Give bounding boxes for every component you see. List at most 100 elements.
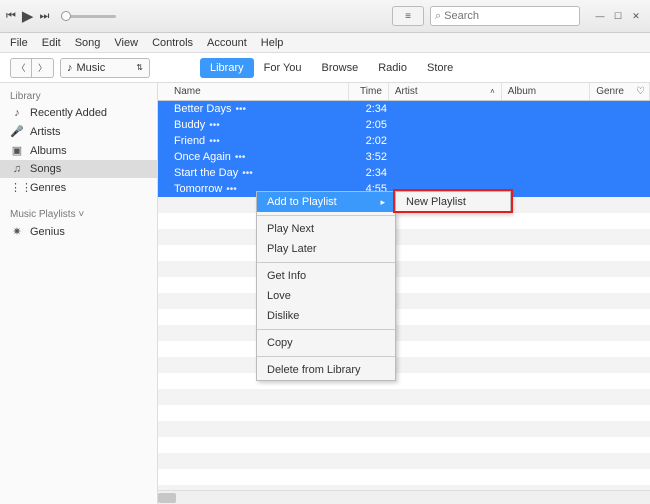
ctx-play-next[interactable]: Play Next [257,219,395,239]
more-dots-icon[interactable]: ••• [235,152,246,163]
tab-radio[interactable]: Radio [368,58,417,78]
col-time[interactable]: Time [349,83,388,100]
search-input[interactable] [444,10,575,22]
tab-for-you[interactable]: For You [254,58,312,78]
track-name: Friend••• [158,135,353,147]
track-time: 2:02 [353,135,393,147]
track-list: Name Time Artist˄ Album Genre ♡ Better D… [158,83,650,504]
back-button[interactable]: 〈 [10,58,32,78]
more-dots-icon[interactable]: ••• [226,184,237,195]
menu-file[interactable]: File [4,35,34,51]
volume-slider[interactable] [61,15,116,18]
ctx-delete[interactable]: Delete from Library [257,360,395,380]
sort-asc-icon: ˄ [490,87,495,96]
menu-help[interactable]: Help [255,35,290,51]
playback-controls: ⏮ ▶ ⏭ [6,7,49,25]
songs-icon: ♫ [10,163,24,175]
table-row-empty [158,453,650,469]
table-row[interactable]: Better Days•••2:34 [158,101,650,117]
minimize-button[interactable]: — [592,9,608,23]
track-time: 2:34 [353,103,393,115]
close-button[interactable]: ✕ [628,9,644,23]
track-time: 2:05 [353,119,393,131]
menu-song[interactable]: Song [69,35,107,51]
ctx-play-later[interactable]: Play Later [257,239,395,259]
table-row[interactable]: Start the Day•••2:34 [158,165,650,181]
album-icon: ▣ [10,144,24,157]
sidebar-library-header: Library [0,87,157,104]
ctx-add-to-playlist[interactable]: Add to Playlist▸ [257,192,395,212]
sidebar-item-recently-added[interactable]: ♪Recently Added [0,104,157,122]
sidebar-playlists-header[interactable]: Music Playlists ˅ [0,205,157,222]
col-artist[interactable]: Artist˄ [389,83,502,100]
sidebar-item-genres[interactable]: ⋮⋮Genres [0,178,157,197]
source-selector[interactable]: ♪ Music ⇅ [60,58,150,78]
tab-browse[interactable]: Browse [312,58,369,78]
more-dots-icon[interactable]: ••• [242,168,253,179]
sidebar-item-label: Artists [30,126,61,138]
col-album[interactable]: Album [502,83,590,100]
more-dots-icon[interactable]: ••• [209,136,220,147]
heart-icon: ♡ [636,86,645,97]
menu-view[interactable]: View [108,35,144,51]
list-view-button[interactable]: ≡ [392,6,424,26]
col-name[interactable]: Name [158,83,349,100]
ctx-love[interactable]: Love [257,286,395,306]
table-row-empty [158,469,650,485]
scrollbar-thumb[interactable] [158,493,176,503]
menu-edit[interactable]: Edit [36,35,67,51]
next-icon[interactable]: ⏭ [39,10,49,23]
sidebar-item-songs[interactable]: ♫ Songs [0,160,157,178]
table-row-empty [158,421,650,437]
ctx-get-info[interactable]: Get Info [257,266,395,286]
table-row-empty [158,213,650,229]
chevron-updown-icon: ⇅ [136,63,143,72]
context-menu: Add to Playlist▸ Play Next Play Later Ge… [256,191,396,381]
submenu-arrow-icon: ▸ [380,197,385,208]
col-loved[interactable]: ♡ [630,83,650,100]
search-field[interactable]: ⌕ [430,6,580,26]
menu-controls[interactable]: Controls [146,35,199,51]
ctx-copy[interactable]: Copy [257,333,395,353]
sidebar-item-genius[interactable]: ✷Genius [0,222,157,241]
table-row-empty [158,357,650,373]
maximize-button[interactable]: ☐ [610,9,626,23]
tab-library[interactable]: Library [200,58,254,78]
table-row-empty [158,277,650,293]
col-genre[interactable]: Genre [590,83,630,100]
volume-knob[interactable] [61,11,71,21]
track-time: 3:52 [353,151,393,163]
track-time: 2:34 [353,167,393,179]
sidebar-item-label: Genius [30,226,65,238]
sidebar-item-artists[interactable]: 🎤 Artists [0,122,157,141]
toolbar: 〈 〉 ♪ Music ⇅ Library For You Browse Rad… [0,53,650,83]
sidebar-item-label: Songs [30,163,61,175]
more-dots-icon[interactable]: ••• [209,120,220,131]
ctx-new-playlist[interactable]: New Playlist [396,192,510,212]
sidebar-item-albums[interactable]: ▣ Albums [0,141,157,160]
menu-account[interactable]: Account [201,35,253,51]
mic-icon: 🎤 [10,125,24,138]
ctx-dislike[interactable]: Dislike [257,306,395,326]
table-row-empty [158,373,650,389]
more-dots-icon[interactable]: ••• [235,104,246,115]
menubar: File Edit Song View Controls Account Hel… [0,33,650,53]
horizontal-scrollbar[interactable] [158,490,650,504]
play-icon[interactable]: ▶ [22,7,34,25]
table-row-empty [158,341,650,357]
titlebar: ⏮ ▶ ⏭ ≡ ⌕ — ☐ ✕ [0,0,650,33]
table-row[interactable]: Friend•••2:02 [158,133,650,149]
track-name: Start the Day••• [158,167,353,179]
prev-icon[interactable]: ⏮ [6,10,16,23]
table-row-empty [158,437,650,453]
sidebar-item-label: Albums [30,145,67,157]
genres-icon: ⋮⋮ [10,181,24,194]
table-row-empty [158,405,650,421]
separator [257,262,395,263]
forward-button[interactable]: 〉 [32,58,54,78]
table-row[interactable]: Once Again•••3:52 [158,149,650,165]
sidebar: Library ♪Recently Added 🎤 Artists ▣ Albums… [0,83,158,504]
table-row[interactable]: Buddy•••2:05 [158,117,650,133]
tab-store[interactable]: Store [417,58,463,78]
table-row-empty [158,245,650,261]
